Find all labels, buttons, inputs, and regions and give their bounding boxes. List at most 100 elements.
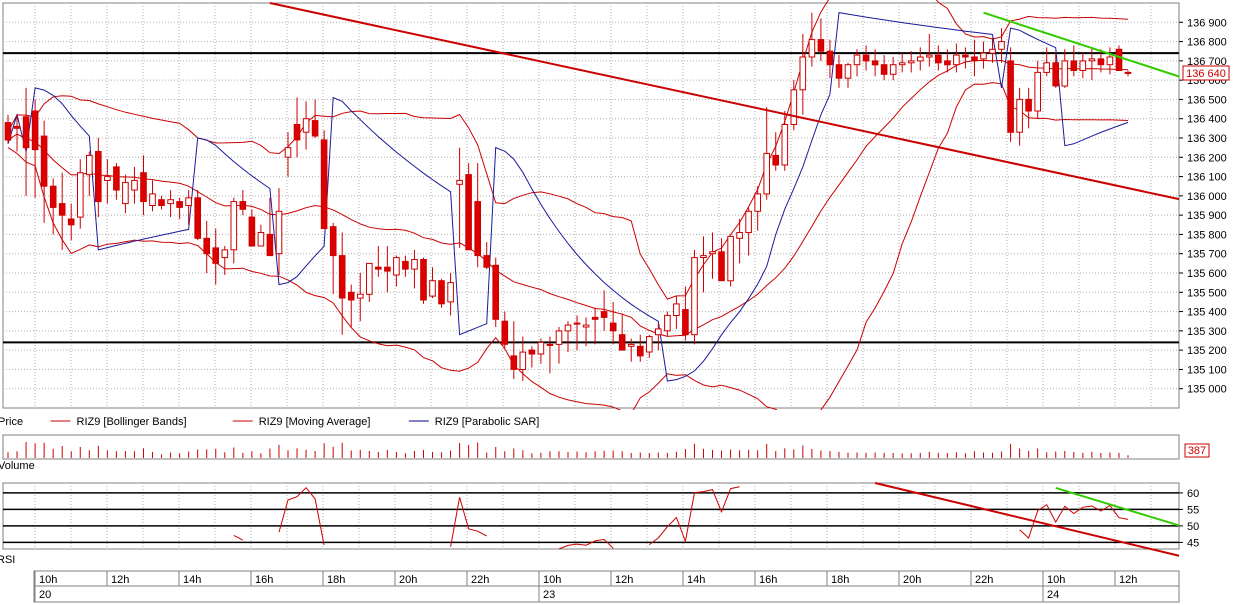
price-tick-label: 136 900 bbox=[1187, 17, 1227, 29]
candle-body bbox=[790, 89, 798, 126]
candle-body bbox=[844, 64, 852, 79]
price-tick-label: 135 700 bbox=[1187, 249, 1227, 261]
hour-tick-label: 12h bbox=[111, 574, 129, 586]
candle-body bbox=[1097, 58, 1105, 66]
candle-body bbox=[167, 199, 174, 205]
price-tick-label: 136 500 bbox=[1187, 94, 1227, 106]
candle-body bbox=[113, 166, 120, 191]
candle-body bbox=[582, 324, 590, 328]
candle-body bbox=[311, 120, 319, 137]
candle-body bbox=[609, 322, 617, 332]
hour-tick-label: 22h bbox=[471, 574, 489, 586]
candle-body bbox=[754, 193, 762, 212]
trading-chart: 136 900136 800136 700136 600136 500136 4… bbox=[0, 0, 1233, 603]
candle-body bbox=[104, 176, 111, 182]
legend-label: RIZ9 [Bollinger Bands] bbox=[77, 416, 187, 428]
candle-body bbox=[799, 56, 807, 91]
candle-body bbox=[1115, 48, 1123, 71]
hour-tick-label: 12h bbox=[615, 574, 633, 586]
candle-body bbox=[591, 316, 599, 320]
candle-body bbox=[817, 39, 825, 52]
candle bbox=[194, 190, 201, 241]
candle-body bbox=[700, 255, 707, 259]
rsi-tick-label: 50 bbox=[1187, 521, 1199, 533]
hour-tick-label: 10h bbox=[39, 574, 57, 586]
hour-tick-label: 14h bbox=[687, 574, 705, 586]
candle-body bbox=[727, 235, 734, 282]
candle-body bbox=[537, 341, 545, 355]
legend-label: RIZ9 [Moving Average] bbox=[259, 416, 371, 428]
candle-body bbox=[971, 56, 978, 62]
candle bbox=[691, 249, 698, 345]
candle-body bbox=[375, 266, 382, 270]
price-tick-label: 135 300 bbox=[1187, 326, 1227, 338]
candle-body bbox=[646, 336, 653, 353]
price-tick-label: 135 100 bbox=[1187, 364, 1227, 376]
candle-body bbox=[564, 324, 572, 332]
candle-body bbox=[600, 311, 608, 318]
candle-body bbox=[989, 48, 996, 54]
price-tick-label: 136 300 bbox=[1187, 133, 1227, 145]
candle-body bbox=[122, 181, 129, 205]
candle-body bbox=[691, 257, 698, 336]
candle-body bbox=[13, 125, 21, 129]
price-tick-label: 135 800 bbox=[1187, 229, 1227, 241]
candle-body bbox=[917, 56, 924, 62]
candle-body bbox=[618, 334, 626, 351]
rsi-label: RSI bbox=[0, 554, 15, 566]
candle-body bbox=[1016, 98, 1023, 133]
candle-body bbox=[338, 255, 346, 299]
candle-body bbox=[411, 259, 418, 270]
candle-body bbox=[1070, 60, 1078, 72]
candle-body bbox=[627, 343, 635, 347]
candle-body bbox=[230, 201, 238, 251]
candle-body bbox=[944, 60, 951, 66]
price-tick-label: 135 900 bbox=[1187, 210, 1227, 222]
candle-body bbox=[998, 41, 1005, 50]
candle-body bbox=[935, 54, 942, 64]
candle-body bbox=[293, 124, 301, 141]
candle-body bbox=[438, 280, 445, 305]
candle-body bbox=[67, 218, 75, 226]
candle-body bbox=[49, 185, 57, 208]
candle-body bbox=[1043, 62, 1051, 73]
candle-body bbox=[329, 226, 337, 257]
candle-body bbox=[664, 314, 671, 332]
price-tick-label: 135 600 bbox=[1187, 268, 1227, 280]
candle-body bbox=[40, 135, 48, 187]
candle-body bbox=[4, 122, 12, 141]
candle-body bbox=[519, 351, 527, 371]
hour-tick-label: 20h bbox=[399, 574, 417, 586]
candle-body bbox=[573, 322, 581, 325]
candle-body bbox=[420, 259, 427, 301]
candle-body bbox=[808, 39, 816, 58]
hour-tick-label: 10h bbox=[1047, 574, 1065, 586]
candle-body bbox=[555, 330, 563, 345]
candle-body bbox=[347, 291, 355, 301]
day-tick-label: 23 bbox=[543, 589, 555, 601]
candle-body bbox=[1124, 71, 1132, 74]
candle-body bbox=[58, 203, 66, 216]
candle-body bbox=[203, 237, 210, 255]
candle-body bbox=[898, 62, 906, 66]
legend-label: Price bbox=[0, 416, 23, 428]
candle-body bbox=[889, 64, 897, 75]
candle-body bbox=[763, 152, 771, 195]
candle-body bbox=[465, 174, 472, 251]
candle-body bbox=[781, 124, 789, 166]
candle-body bbox=[185, 197, 192, 207]
price-tick-label: 135 400 bbox=[1187, 307, 1227, 319]
candle-body bbox=[140, 172, 147, 203]
candle-body bbox=[907, 60, 915, 64]
candle-body bbox=[158, 199, 165, 206]
candle-body bbox=[357, 293, 364, 299]
volume-last-value: 387 bbox=[1188, 445, 1206, 457]
candle-body bbox=[248, 216, 256, 247]
last-price-label: 136 640 bbox=[1186, 68, 1226, 80]
legend-entry: Price bbox=[0, 416, 23, 428]
rsi-tick-label: 55 bbox=[1187, 504, 1199, 516]
candle-body bbox=[637, 345, 644, 357]
candle-body bbox=[302, 118, 310, 133]
candle-body bbox=[1034, 71, 1042, 112]
candle-body bbox=[257, 232, 265, 247]
